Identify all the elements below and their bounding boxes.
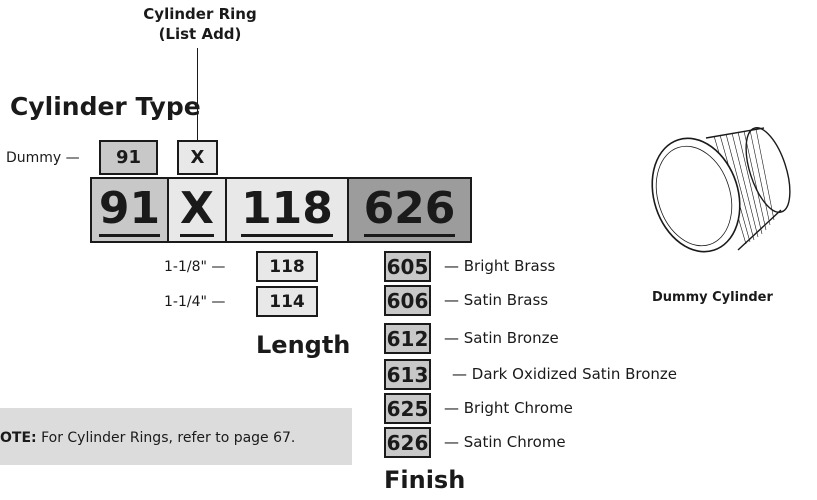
dummy-cylinder-illustration: [651, 127, 791, 253]
note-text: OTE: For Cylinder Rings, refer to page 6…: [0, 430, 295, 446]
dummy-code-box: 91: [99, 140, 158, 175]
model-segment-type: 91: [90, 177, 169, 243]
length-option-label-2: 1-1/4" —: [164, 294, 226, 310]
dummy-cylinder-caption: Dummy Cylinder: [652, 290, 773, 305]
model-segment-ring-value: X: [180, 183, 214, 234]
model-segment-finish: 626: [347, 177, 472, 243]
finish-option-code-3: 612: [384, 323, 431, 354]
model-segment-finish-value: 626: [363, 183, 456, 234]
note-body: For Cylinder Rings, refer to page 67.: [36, 430, 296, 446]
finish-option-code-5: 625: [384, 393, 431, 424]
ring-code-box: X: [177, 140, 218, 175]
model-segment-ring-text: X: [180, 183, 214, 237]
finish-option-code-4: 613: [384, 359, 431, 390]
finish-title: Finish: [384, 466, 466, 494]
model-segment-finish-text: 626: [363, 183, 456, 237]
model-segment-length-value: 118: [241, 183, 333, 234]
finish-option-code-1: 605: [384, 251, 431, 282]
length-title: Length: [256, 331, 351, 359]
finish-option-label-1: — Bright Brass: [444, 257, 556, 275]
model-segment-length: 118: [225, 177, 349, 243]
model-segment-type-value: 91: [98, 183, 161, 234]
finish-option-label-4: — Dark Oxidized Satin Bronze: [452, 365, 678, 383]
model-segment-ring: X: [167, 177, 227, 243]
finish-option-label-5: — Bright Chrome: [444, 399, 573, 417]
cylinder-ring-label-line1: Cylinder Ring: [143, 5, 257, 23]
cylinder-ring-label: Cylinder Ring (List Add): [130, 4, 270, 44]
note-prefix: OTE:: [0, 430, 37, 446]
dummy-label: Dummy —: [6, 150, 80, 166]
length-option-code-1: 118: [256, 251, 318, 282]
length-option-code-2: 114: [256, 286, 318, 317]
model-segment-type-text: 91: [98, 183, 161, 237]
finish-option-code-6: 626: [384, 427, 431, 458]
length-option-label-1: 1-1/8" —: [164, 259, 226, 275]
cylinder-ring-label-line2: (List Add): [158, 25, 242, 43]
finish-option-code-2: 606: [384, 285, 431, 316]
finish-option-label-2: — Satin Brass: [444, 291, 549, 309]
model-segment-length-text: 118: [241, 183, 333, 237]
finish-option-label-6: — Satin Chrome: [444, 433, 566, 451]
cylinder-type-title: Cylinder Type: [10, 92, 201, 121]
finish-option-label-3: — Satin Bronze: [444, 329, 559, 347]
